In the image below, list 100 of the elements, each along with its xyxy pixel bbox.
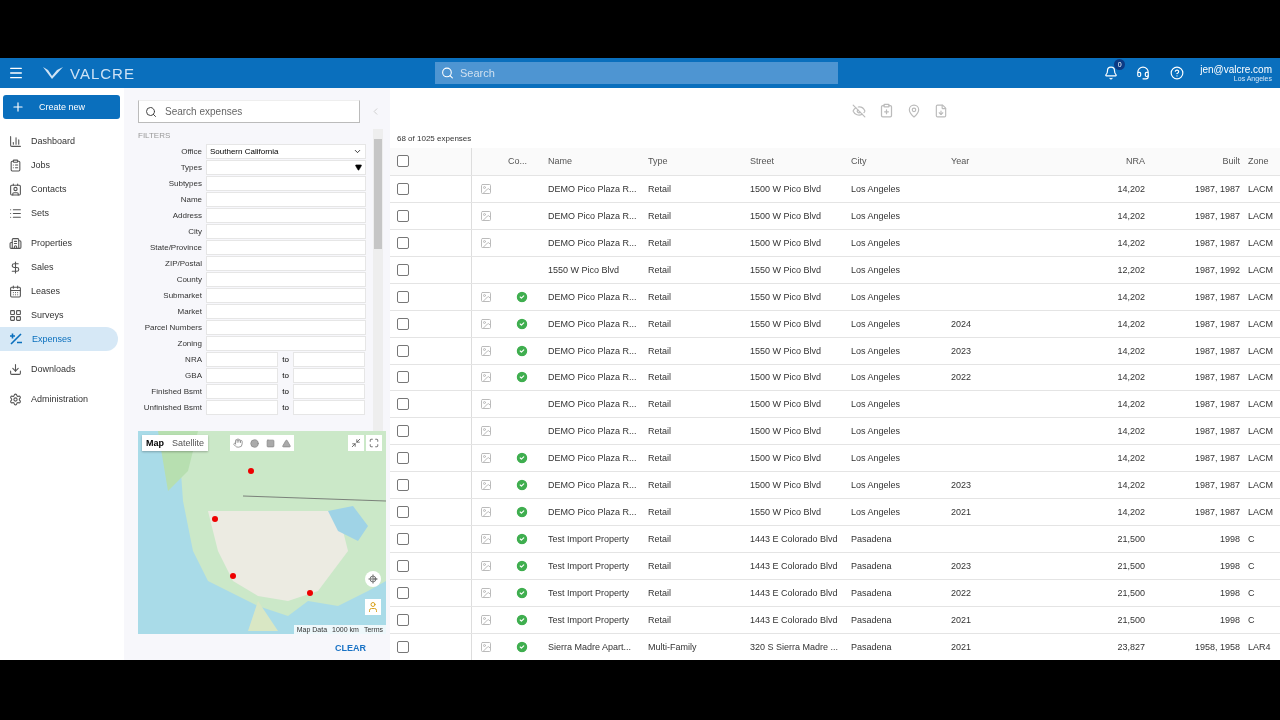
column-header[interactable]: Built — [1150, 156, 1245, 167]
nav-item[interactable]: Expenses — [0, 327, 118, 351]
field-label: ZIP/Postal — [164, 258, 203, 268]
row-checkbox[interactable] — [397, 533, 409, 546]
row-checkbox[interactable] — [397, 263, 409, 276]
search-field[interactable]: Search — [434, 62, 838, 84]
column-header[interactable]: Name — [545, 156, 645, 167]
field-label: County — [175, 274, 203, 284]
input-field[interactable] — [206, 239, 366, 255]
row-checkbox[interactable] — [397, 398, 409, 411]
locate-icon[interactable] — [368, 574, 378, 584]
table-cell-text: Retail — [647, 453, 672, 464]
person-icon[interactable] — [367, 601, 379, 613]
menu-icon[interactable] — [8, 65, 24, 81]
clear-button[interactable]: CLEAR — [329, 642, 372, 654]
input-field[interactable] — [206, 399, 278, 415]
nav-item[interactable]: Leases — [0, 279, 118, 303]
row-checkbox[interactable] — [397, 371, 409, 384]
column-header[interactable]: Street — [747, 156, 848, 167]
row-checkbox[interactable] — [397, 290, 409, 303]
row-checkbox[interactable] — [397, 641, 409, 653]
nav-item[interactable]: Contacts — [0, 177, 118, 201]
input-field[interactable] — [206, 287, 366, 303]
input-field[interactable] — [206, 255, 366, 271]
shrink-icon[interactable] — [351, 438, 361, 448]
table-cell-text: 21,500 — [1116, 615, 1146, 626]
clipboard-plus-icon[interactable] — [879, 103, 894, 119]
table-cell-text: 21,500 — [1116, 588, 1146, 599]
nav-item[interactable]: Properties — [0, 231, 118, 255]
nav-item[interactable]: Downloads — [0, 357, 118, 381]
column-header[interactable]: Zone — [1245, 156, 1280, 167]
row-checkbox[interactable] — [397, 425, 409, 438]
row-checkbox[interactable] — [397, 560, 409, 573]
select-field[interactable]: Southern California — [206, 143, 366, 159]
table-cell-text: LACM — [1247, 264, 1274, 275]
table-cell-text: LACM — [1247, 345, 1274, 356]
input-field[interactable] — [206, 303, 366, 319]
input-field[interactable] — [206, 367, 278, 383]
table-cell-text: DEMO Pico Plaza R... — [547, 399, 638, 410]
input-field[interactable] — [206, 271, 366, 287]
input-field[interactable] — [206, 335, 366, 351]
input-field[interactable] — [206, 319, 366, 335]
column-header[interactable]: City — [848, 156, 948, 167]
circle-icon[interactable] — [249, 438, 259, 448]
row-checkbox[interactable] — [397, 479, 409, 492]
row-checkbox[interactable] — [397, 614, 409, 627]
input-field[interactable] — [206, 383, 278, 399]
nav-item[interactable]: Dashboard — [0, 129, 118, 153]
square-icon[interactable] — [265, 438, 275, 448]
nav-item[interactable]: Sets — [0, 201, 118, 225]
map-tab[interactable]: Satellite — [168, 435, 209, 451]
row-checkbox[interactable] — [397, 317, 409, 330]
row-checkbox[interactable] — [397, 452, 409, 465]
input-field[interactable] — [206, 223, 366, 239]
input-field[interactable] — [206, 207, 366, 223]
headset-icon[interactable] — [1136, 66, 1151, 80]
nav-item[interactable]: Sales — [0, 255, 118, 279]
nav-item[interactable]: Surveys — [0, 303, 118, 327]
table-cell-text: 14,202 — [1116, 318, 1146, 329]
column-header[interactable]: NRA — [1050, 156, 1150, 167]
input-field[interactable] — [293, 367, 365, 383]
table-cell-text: 1987, 1987 — [1193, 183, 1241, 194]
column-header[interactable]: Year — [948, 156, 1010, 167]
map-tab[interactable]: Map — [142, 435, 168, 451]
table-cell-text: Pasadena — [850, 642, 893, 652]
row-checkbox[interactable] — [397, 236, 409, 249]
input-field[interactable] — [293, 351, 365, 367]
table-cell-text: LACM — [1247, 237, 1274, 248]
row-checkbox[interactable] — [397, 182, 409, 195]
hand-icon[interactable] — [233, 438, 243, 448]
map-pin-icon[interactable] — [907, 103, 921, 118]
table-cell-text: 1987, 1987 — [1193, 507, 1241, 518]
input-field[interactable] — [206, 351, 278, 367]
row-checkbox[interactable] — [397, 344, 409, 357]
input-field[interactable] — [206, 175, 366, 191]
fullscreen-icon[interactable] — [369, 438, 379, 448]
help-icon[interactable] — [1170, 66, 1185, 80]
input-field[interactable] — [293, 383, 365, 399]
input-field[interactable] — [206, 191, 366, 207]
column-header[interactable]: Co... — [505, 156, 545, 167]
table-cell-text: LACM — [1247, 480, 1274, 491]
create-new-button[interactable]: Create new — [3, 95, 120, 119]
row-checkbox[interactable] — [397, 506, 409, 519]
user-email[interactable]: jen@valcre.com — [1200, 64, 1272, 75]
bell-icon[interactable] — [1104, 66, 1119, 80]
row-checkbox[interactable] — [397, 587, 409, 600]
file-download-icon[interactable] — [934, 103, 948, 118]
column-header[interactable]: Type — [645, 156, 747, 167]
select-all-checkbox[interactable] — [397, 155, 409, 168]
polygon-icon[interactable] — [281, 438, 291, 448]
nav-item[interactable]: Administration — [0, 387, 118, 411]
building-icon — [9, 236, 22, 250]
nav-item[interactable]: Jobs — [0, 153, 118, 177]
table-cell-text: Retail — [647, 264, 672, 275]
input-field[interactable] — [293, 399, 365, 415]
row-checkbox[interactable] — [397, 209, 409, 222]
search-field[interactable]: Search expenses — [138, 100, 360, 123]
scrollbar[interactable] — [373, 129, 383, 431]
table-cell-text: 2023 — [950, 345, 973, 356]
select-field[interactable] — [206, 159, 366, 175]
